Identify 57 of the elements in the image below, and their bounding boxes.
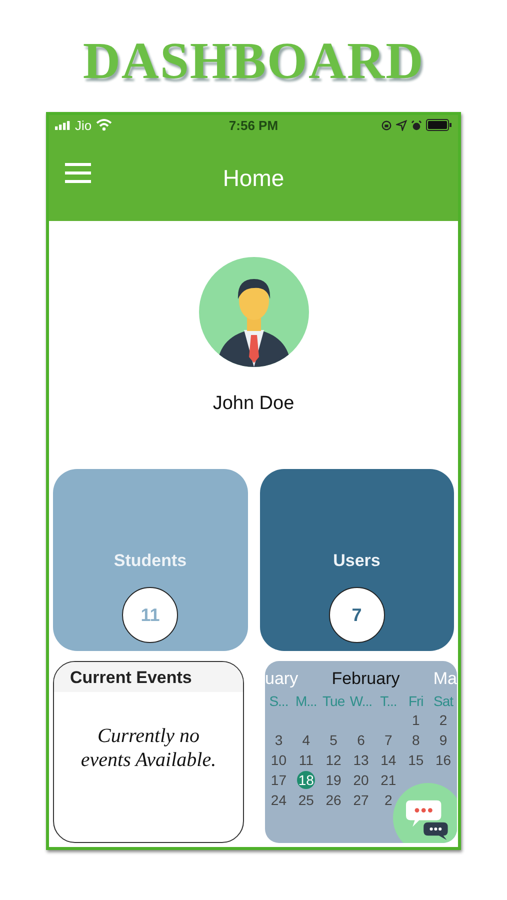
calendar-day[interactable]: 1 — [410, 711, 421, 729]
calendar-day[interactable]: 11 — [298, 751, 314, 769]
events-title: Current Events — [54, 662, 243, 692]
alarm-icon — [410, 120, 422, 130]
weekday-label: T... — [379, 693, 398, 709]
user-name: John Doe — [212, 393, 294, 415]
calendar-day[interactable]: 12 — [324, 751, 342, 769]
weekday-label: W... — [348, 693, 374, 709]
battery-icon — [426, 119, 452, 131]
weekday-label: Tue — [322, 693, 346, 709]
signal-icon — [55, 120, 71, 130]
rotation-lock-icon — [380, 120, 392, 130]
calendar-day[interactable]: 18 — [297, 771, 316, 789]
weekday-label: Fri — [407, 693, 424, 709]
count-badge: 7 — [328, 587, 385, 643]
wifi-icon — [96, 119, 112, 131]
calendar-day[interactable]: 8 — [410, 731, 421, 749]
calendar-day[interactable]: 2 — [384, 791, 394, 809]
calendar-day[interactable]: 7 — [384, 731, 394, 749]
calendar-day[interactable]: 26 — [324, 791, 342, 809]
calendar-day[interactable]: 10 — [270, 751, 288, 769]
calendar-day[interactable]: 17 — [270, 771, 288, 789]
card-label: Users — [333, 551, 380, 571]
calendar-day[interactable]: 25 — [297, 791, 315, 809]
calendar-day[interactable]: 19 — [324, 771, 342, 789]
calendar-day[interactable]: 14 — [380, 751, 398, 769]
calendar-day[interactable]: 4 — [301, 731, 312, 749]
calendar-day[interactable]: 3 — [274, 731, 284, 749]
weekday-label: M... — [294, 693, 318, 709]
avatar-icon — [198, 257, 308, 367]
stat-card[interactable]: Students 11 — [53, 469, 248, 651]
calendar-day[interactable]: 24 — [270, 791, 288, 809]
calendar-day[interactable]: 15 — [407, 751, 425, 769]
month-title: February — [332, 669, 400, 689]
weekday-label: S... — [268, 693, 290, 709]
carrier-name: Jio — [75, 118, 92, 132]
calendar-day[interactable]: 20 — [352, 771, 370, 789]
calendar-day[interactable]: 5 — [328, 731, 338, 749]
calendar-day[interactable]: 9 — [438, 731, 448, 749]
status-time: 7:56 PM — [228, 118, 278, 132]
empty-message: Currently no events Available. — [80, 724, 218, 772]
calendar-day[interactable]: 13 — [352, 751, 370, 769]
screen-title: Home — [222, 164, 284, 192]
stat-card[interactable]: Users 7 — [260, 469, 454, 651]
calendar-day[interactable]: 21 — [380, 771, 398, 789]
location-icon — [396, 120, 407, 130]
weekday-label: Sat — [432, 693, 454, 709]
calendar-day[interactable]: 27 — [352, 791, 370, 809]
card-label: Students — [114, 551, 187, 571]
calendar-day[interactable]: 16 — [434, 751, 452, 769]
page-heading: DASHBOARD — [82, 32, 424, 92]
chat-button[interactable] — [393, 783, 457, 843]
menu-icon — [65, 163, 91, 183]
menu-button[interactable] — [65, 163, 91, 183]
calendar-day[interactable]: 2 — [438, 711, 448, 729]
calendar-day[interactable]: 6 — [356, 731, 366, 749]
count-badge: 11 — [122, 587, 178, 643]
